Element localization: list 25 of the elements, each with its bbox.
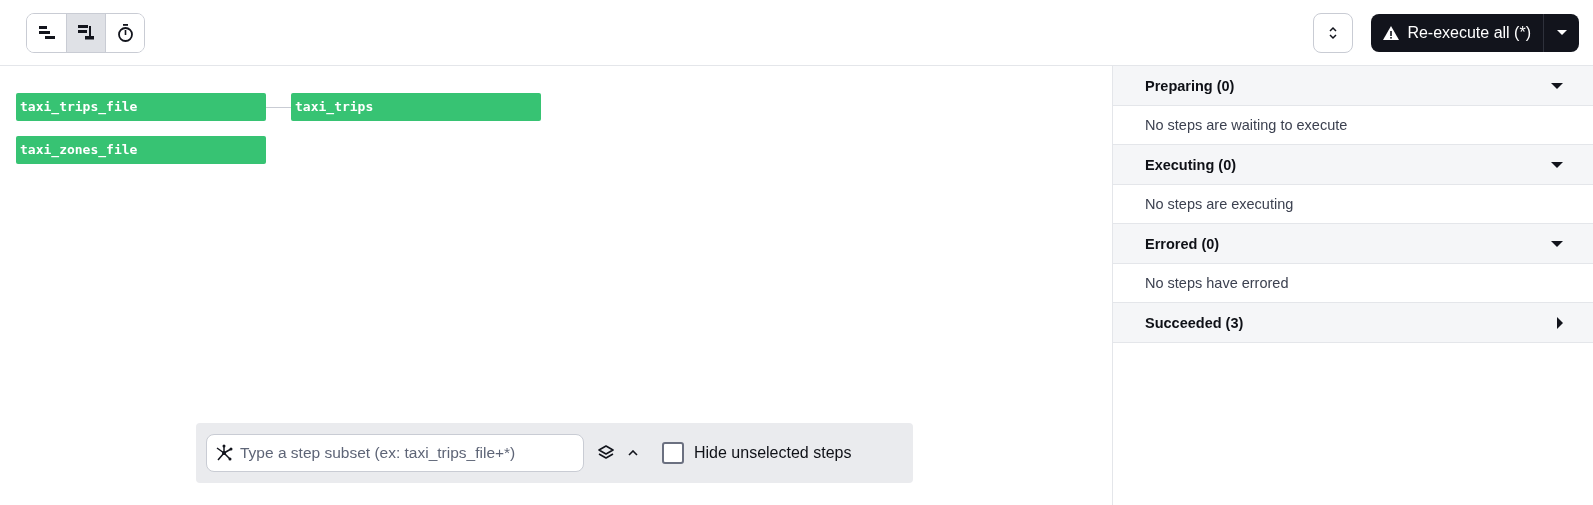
chevron-up-down-icon <box>1329 25 1338 40</box>
caret-icon <box>1556 30 1567 35</box>
checkbox-label: Hide unselected steps <box>694 444 852 462</box>
list-icon <box>38 25 55 40</box>
caret-right-icon <box>1557 316 1563 329</box>
chevron-up-button[interactable] <box>628 450 638 456</box>
caret-down-icon <box>1551 161 1563 168</box>
section-header[interactable]: Executing (0) <box>1113 145 1593 185</box>
graph-node-icon <box>215 444 233 462</box>
step-subset-field[interactable]: Type a step subset (ex: taxi_trips_file+*) <box>206 434 584 472</box>
view-mode-button[interactable] <box>105 13 144 52</box>
checkbox[interactable] <box>662 442 684 464</box>
layers-button[interactable] <box>598 445 614 461</box>
view-mode-button[interactable] <box>66 13 105 52</box>
section-header[interactable]: Succeeded (3) <box>1113 303 1593 343</box>
tree-icon <box>78 25 94 40</box>
section-header[interactable]: Preparing (0) <box>1113 66 1593 106</box>
stopwatch-icon <box>116 23 134 42</box>
caret-down-icon <box>1551 82 1563 89</box>
caret-down-icon <box>1551 240 1563 247</box>
layers-icon <box>598 445 614 461</box>
warning-icon <box>1383 25 1400 40</box>
section-header[interactable]: Errored (0) <box>1113 224 1593 264</box>
chevron-up-icon <box>628 450 638 456</box>
connector-line <box>266 107 291 108</box>
